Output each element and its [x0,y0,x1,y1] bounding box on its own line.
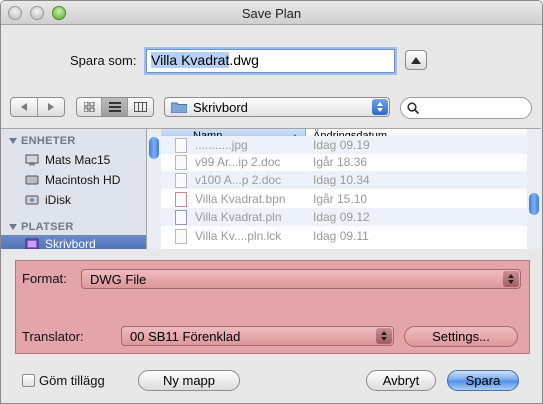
location-popup[interactable]: Skrivbord [164,97,390,117]
file-row[interactable]: Villa Kv....pln.lck Idag 09.11 [161,227,527,245]
view-mode-buttons [76,97,154,117]
disclosure-triangle-icon [9,138,17,145]
settings-button[interactable]: Settings... [404,326,518,347]
sidebar-scroll-thumb[interactable] [149,137,159,159]
file-list: Namn Ändringsdatum ...........jpg Idag 0… [161,128,527,249]
search-icon [407,102,419,114]
save-as-label: Spara som: [70,53,137,68]
filename-extension: .dwg [229,52,259,68]
sidebar-scrollbar[interactable] [147,128,161,249]
sidebar: ENHETER Mats Mac15 Macintosh HD iDisk PL… [1,128,147,249]
desktop-folder-icon [25,238,39,249]
document-icon [175,137,187,153]
filename-selected-text: Villa Kvadrat [151,52,230,68]
new-folder-button[interactable]: Ny mapp [138,370,240,391]
list-view-button[interactable] [102,98,128,116]
file-row[interactable]: Villa Kvadrat.pln Idag 09.12 [161,208,527,226]
sidebar-item-mats-mac15[interactable]: Mats Mac15 [1,151,146,169]
icon-view-icon [83,102,94,112]
location-label: Skrivbord [193,99,248,115]
popup-arrows-icon [503,271,519,287]
column-view-icon [134,102,147,112]
file-row[interactable]: Villa Kvadrat.bpn Igår 15.10 [161,190,527,208]
save-button[interactable]: Spara [447,370,519,391]
search-field[interactable] [400,97,532,119]
sidebar-section-devices[interactable]: ENHETER [9,135,76,147]
disclosure-triangle-icon [9,224,17,231]
translator-label: Translator: [22,329,84,344]
triangle-up-icon [411,56,421,64]
hide-extension-label: Göm tillägg [39,373,105,388]
file-row[interactable]: v100 A...p 2.doc Idag 10.34 [161,171,527,189]
document-icon [175,172,187,188]
file-row[interactable]: v99 Ar...ip 2.doc Igår 18.36 [161,153,527,171]
popup-arrows-icon [372,99,388,115]
forward-button[interactable] [38,98,64,116]
icon-view-button[interactable] [77,98,102,116]
document-icon [175,154,187,170]
triangle-left-icon [21,103,27,111]
folder-icon [171,102,187,113]
idisk-icon [25,195,39,205]
file-list-scroll-thumb[interactable] [529,193,539,215]
title-bar: Save Plan [1,1,542,25]
translator-popup[interactable]: 00 SB11 Förenklad [121,326,394,346]
back-forward-buttons [10,97,65,117]
computer-icon [25,154,39,166]
triangle-right-icon [48,103,54,111]
hard-drive-icon [25,175,39,185]
column-view-button[interactable] [128,98,153,116]
file-row[interactable]: ...........jpg Idag 09.19 [161,136,527,154]
plan-file-icon [175,209,187,225]
list-view-icon [108,102,121,112]
cancel-button[interactable]: Avbryt [366,370,436,391]
file-list-scrollbar[interactable] [527,128,541,249]
back-button[interactable] [11,98,38,116]
filename-input[interactable]: Villa Kvadrat.dwg [146,49,395,73]
popup-arrows-icon [376,328,392,344]
hide-extension-checkbox[interactable] [22,374,35,387]
format-label: Format: [22,271,67,286]
save-dialog: Save Plan Spara som: Villa Kvadrat.dwg S… [0,0,543,404]
lock-file-icon [175,228,187,244]
sidebar-item-idisk[interactable]: iDisk [1,191,146,209]
collapse-dialog-button[interactable] [405,50,427,70]
sidebar-item-macintosh-hd[interactable]: Macintosh HD [1,171,146,189]
sidebar-section-places[interactable]: PLATSER [9,221,74,233]
sidebar-item-skrivbord[interactable]: Skrivbord [1,235,146,249]
plan-file-icon [175,191,187,207]
format-popup[interactable]: DWG File [81,269,521,289]
format-options-panel: Format: DWG File Translator: 00 SB11 För… [15,260,530,354]
window-title: Save Plan [241,6,302,21]
